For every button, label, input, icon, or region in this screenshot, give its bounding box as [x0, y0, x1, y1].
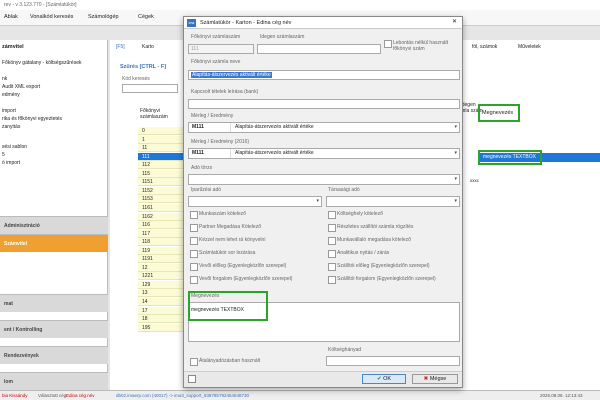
menu-ablak[interactable]: Ablak [4, 14, 18, 20]
sidebar-item[interactable]: ó import [2, 160, 20, 166]
menu-vonalkod-kereses[interactable]: Vonalkód keresés [30, 14, 73, 20]
filter-label[interactable]: Szűrés [CTRL - F] [120, 64, 166, 70]
sidebar-section-lom[interactable]: lom [0, 372, 108, 390]
vevoi-forgalom-checkbox[interactable]: Vevői forgalom (Egyenlegközlőn szerepel) [190, 276, 292, 284]
chevron-down-icon[interactable]: ▾ [316, 197, 319, 206]
row-note: xxxc [470, 178, 479, 183]
cancel-label: Mégse [429, 376, 447, 382]
merleg2016-name: Alapítás-átszervezés aktivált értéke [235, 150, 314, 156]
fokonyvi-szamlaszam-field[interactable]: 111 [188, 44, 254, 54]
fokonyvi-szamla-neve-label: Főkönyvi számla neve [191, 59, 241, 65]
szallitoi-eloleg-checkbox[interactable]: Szállítói előleg (Egyenlegközlőn szerepe… [328, 263, 430, 271]
status-db: db02.imaerp.com (40017) -> ima3_support_… [116, 393, 249, 398]
sidebar-section-adminisztracio[interactable]: Adminisztráció [0, 216, 108, 234]
menu-szamologep[interactable]: Számológép [88, 14, 119, 20]
koltseghanyad-label: Költséghányad [328, 347, 362, 353]
status-company-label: Választott cég: [38, 393, 68, 398]
merleg-label: Mérleg / Eredmény [191, 113, 234, 119]
ok-label: OK [383, 376, 392, 382]
status-datetime: 2025.08.06. 12:13:43 [540, 393, 583, 398]
code-search-label: Kód keresés [122, 76, 150, 82]
iparuzesi-select[interactable]: ▾ [188, 196, 322, 207]
merleg2016-select[interactable]: M111 Alapítás-átszervezés aktivált érték… [188, 148, 460, 159]
kezzel-checkbox[interactable]: Kézzel nem lehet rá könyvelni [190, 237, 265, 245]
chevron-down-icon[interactable]: ▾ [454, 149, 457, 158]
chevron-down-icon[interactable]: ▾ [454, 175, 457, 184]
reszletes-checkbox[interactable]: Részletes szállítói számla rögzítés [328, 224, 413, 232]
idegen-szamlaszam-label: Idegen számlaszám [260, 34, 305, 40]
cancel-button[interactable]: ✖ Mégse [412, 374, 458, 384]
fokonyvi-szamla-neve-field[interactable]: Alapítás-átszervezés aktivált értéke [188, 70, 460, 80]
adotorzs-select[interactable]: ▾ [188, 174, 460, 185]
sidebar-item[interactable]: edmény [2, 92, 20, 98]
menu-cegek[interactable]: Cégek [138, 14, 154, 20]
sidebar-section-kontrolling[interactable]: ent / Kontrolling [0, 320, 108, 338]
idegen-szamlaszam-field[interactable] [257, 44, 381, 54]
sidebar-item[interactable]: nk [2, 76, 7, 82]
highlight-megnevezes [188, 291, 268, 321]
koltseghanyad-field[interactable] [326, 356, 460, 366]
toolbar-karton[interactable]: Karto [142, 44, 154, 50]
sidebar-item[interactable]: Audit XML export [2, 84, 40, 90]
ok-button[interactable]: ✔ OK [362, 374, 406, 384]
sidebar-title: zámvitel [2, 44, 24, 50]
chevron-down-icon[interactable]: ▾ [454, 197, 457, 206]
highlight-column-header [478, 104, 520, 122]
close-icon[interactable]: ✕ [428, 18, 460, 28]
sidebar-item[interactable]: import [2, 108, 16, 114]
analitikus-checkbox[interactable]: Analitikus nyitás / zárás [328, 250, 389, 258]
kapcsolt-label: Kapcsolt tételek leírása (bank) [191, 89, 259, 95]
app-icon: ima [187, 19, 196, 27]
merleg-code: M111 [189, 123, 231, 132]
details-icon[interactable] [188, 375, 196, 383]
account-card-dialog: Számlatükör - Karton - Edina cég név ima… [183, 16, 463, 388]
refresh-button[interactable]: [F5] [116, 44, 125, 50]
adotorzs-label: Adó törzs [191, 165, 213, 171]
code-search-input[interactable] [122, 84, 178, 93]
sidebar-item[interactable]: zanyitás [2, 124, 20, 130]
atalany-checkbox[interactable]: Átalányadózásban használt [190, 358, 260, 366]
status-company: Edina cég név [66, 393, 95, 398]
toolbar-muveletek[interactable]: Műveletek [518, 44, 541, 50]
koltseghely-checkbox[interactable]: Költséghely kötelező [328, 211, 383, 219]
merleg2016-code: M111 [189, 149, 231, 158]
col-header-number[interactable]: Főkönyvi számlaszám [140, 108, 180, 120]
dialog-title: Számlatükör - Karton - Edina cég név [184, 17, 462, 29]
sidebar-section-mat[interactable]: mat [0, 294, 108, 312]
sidebar-item[interactable]: rika és főkönyvi egyeztetés [2, 116, 62, 122]
lezaras-checkbox[interactable]: Számlatükör sor lezárása [190, 250, 255, 258]
highlight-selected-name [478, 150, 542, 165]
munkaszam-checkbox[interactable]: Munkaszám kötelező [190, 211, 246, 219]
status-user: bia Kissándy [2, 393, 28, 398]
sidebar: zámvitel Főkönyv gátalany - költségszűré… [0, 40, 108, 400]
sidebar-section-szamvitel[interactable]: Számvitel [0, 234, 108, 252]
partner-checkbox[interactable]: Partner Megadása Kötelező [190, 224, 261, 232]
lebontas-checkbox[interactable]: Lebontás nélkül használt főkönyvi szám [384, 40, 460, 54]
merleg-select[interactable]: M111 Alapítás-átszervezés aktivált érték… [188, 122, 460, 133]
fokonyvi-szamlaszam-label: Főkönyvi számlaszám [191, 34, 241, 40]
window-title: rev - v 3.123.770 - [Számlatükör] [0, 0, 600, 10]
vevoi-eloleg-checkbox[interactable]: Vevői előleg (Egyenlegközlőn szerepel) [190, 263, 286, 271]
sidebar-item[interactable]: Főkönyv gátalany - költségszűrések [2, 60, 81, 66]
toolbar-folszamok[interactable]: föl, számok [472, 44, 497, 50]
merleg-name: Alapítás-átszervezés aktivált értéke [235, 124, 314, 130]
munkavallalo-checkbox[interactable]: Munkavállaló megadása kötelező [328, 237, 411, 245]
tarsasagi-label: Társasági adó [328, 187, 360, 193]
sidebar-item[interactable]: sési sablon [2, 144, 27, 150]
status-bar: bia Kissándy Választott cég: Edina cég n… [0, 390, 600, 400]
szallitoi-forgalom-checkbox[interactable]: Szállítói forgalom (Egyenlegközlőn szere… [328, 276, 436, 284]
sidebar-section-rendezvenyek[interactable]: Rendezvények [0, 346, 108, 364]
merleg2016-label: Mérleg / Eredmény (2016) [191, 139, 250, 145]
sidebar-item[interactable]: 5 [2, 152, 5, 158]
fokonyvi-szamla-neve-text: Alapítás-átszervezés aktivált értéke [191, 72, 272, 78]
iparuzesi-label: Iparűzési adó [191, 187, 222, 193]
tarsasagi-select[interactable]: ▾ [326, 196, 460, 207]
kapcsolt-field[interactable] [188, 99, 460, 109]
chevron-down-icon[interactable]: ▾ [454, 123, 457, 132]
